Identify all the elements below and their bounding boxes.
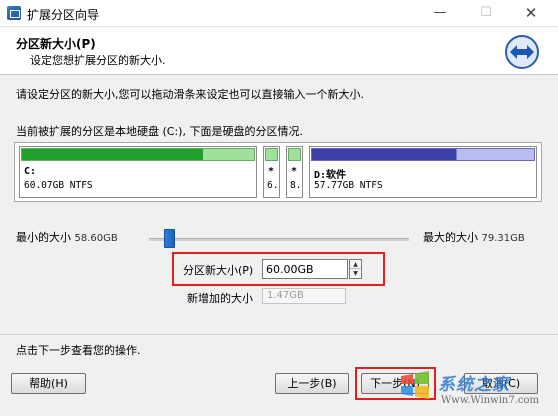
- wizard-header: 分区新大小(P) 设定您想扩展分区的新大小.: [0, 27, 558, 75]
- disk-info-text: 当前被扩展的分区是本地硬盘 (C:), 下面是硬盘的分区情况.: [16, 125, 303, 138]
- watermark-brand: 系统之家: [438, 375, 510, 395]
- arrows-icon: [505, 35, 539, 69]
- spin-down-icon[interactable]: ▼: [350, 269, 361, 278]
- new-size-input[interactable]: [262, 259, 348, 279]
- partition-label: *: [268, 166, 275, 177]
- new-size-label: 分区新大小(P): [183, 264, 254, 277]
- maximize-button[interactable]: ☐: [472, 2, 500, 24]
- window-title: 扩展分区向导: [27, 8, 100, 22]
- divider: [0, 334, 558, 335]
- page-subtitle: 设定您想扩展分区的新大小.: [30, 54, 166, 67]
- max-size-value: 79.31GB: [481, 233, 525, 244]
- partition-label: D:软件: [314, 170, 347, 181]
- title-bar: 扩展分区向导 — ☐ ✕: [0, 0, 558, 27]
- min-size-value: 58.60GB: [74, 233, 118, 244]
- partition-c[interactable]: C: 60.07GB NTFS: [19, 146, 257, 198]
- partition-usage-bar: [21, 148, 255, 161]
- new-size-spinner[interactable]: ▲ ▼: [349, 259, 362, 279]
- partition-size: 6.: [267, 180, 279, 191]
- partition-label: *: [291, 166, 298, 177]
- help-button[interactable]: 帮助(H): [11, 373, 86, 394]
- page-title: 分区新大小(P): [16, 37, 96, 51]
- size-slider-thumb[interactable]: [164, 229, 175, 248]
- partition-usage-bar: [311, 148, 535, 161]
- disk-map: C: 60.07GB NTFS * 6. * 8. D:软件 57.77GB N…: [14, 142, 542, 202]
- instruction-text: 请设定分区的新大小,您可以拖动滑条来设定也可以直接输入一个新大小.: [16, 88, 364, 101]
- size-slider-track[interactable]: [149, 238, 409, 241]
- watermark-url: Www.Winwin7.com: [441, 395, 539, 406]
- max-size-text: 最大的大小: [423, 231, 478, 244]
- partition-size: 57.77GB NTFS: [314, 180, 383, 191]
- partition-d[interactable]: D:软件 57.77GB NTFS: [309, 146, 537, 198]
- minimize-button[interactable]: —: [426, 2, 454, 24]
- partition-size: 8.: [290, 180, 302, 191]
- close-button[interactable]: ✕: [517, 2, 545, 24]
- min-size-text: 最小的大小: [16, 231, 71, 244]
- hint-text: 点击下一步查看您的操作.: [16, 344, 141, 357]
- windows-logo-icon: [401, 371, 429, 399]
- partition-usage-bar: [288, 148, 301, 161]
- min-size-label: 最小的大小 58.60GB: [16, 229, 118, 245]
- partition-usage-bar: [265, 148, 278, 161]
- added-size-field: 1.47GB: [262, 288, 346, 304]
- max-size-label: 最大的大小 79.31GB: [423, 229, 525, 245]
- app-icon: [7, 6, 21, 20]
- partition-size: 60.07GB NTFS: [24, 180, 93, 191]
- spin-up-icon[interactable]: ▲: [350, 260, 361, 269]
- partition-unallocated-1[interactable]: * 6.: [263, 146, 280, 198]
- partition-unallocated-2[interactable]: * 8.: [286, 146, 303, 198]
- added-size-label: 新增加的大小: [187, 292, 253, 305]
- partition-label: C:: [24, 166, 37, 177]
- back-button[interactable]: 上一步(B): [275, 373, 349, 394]
